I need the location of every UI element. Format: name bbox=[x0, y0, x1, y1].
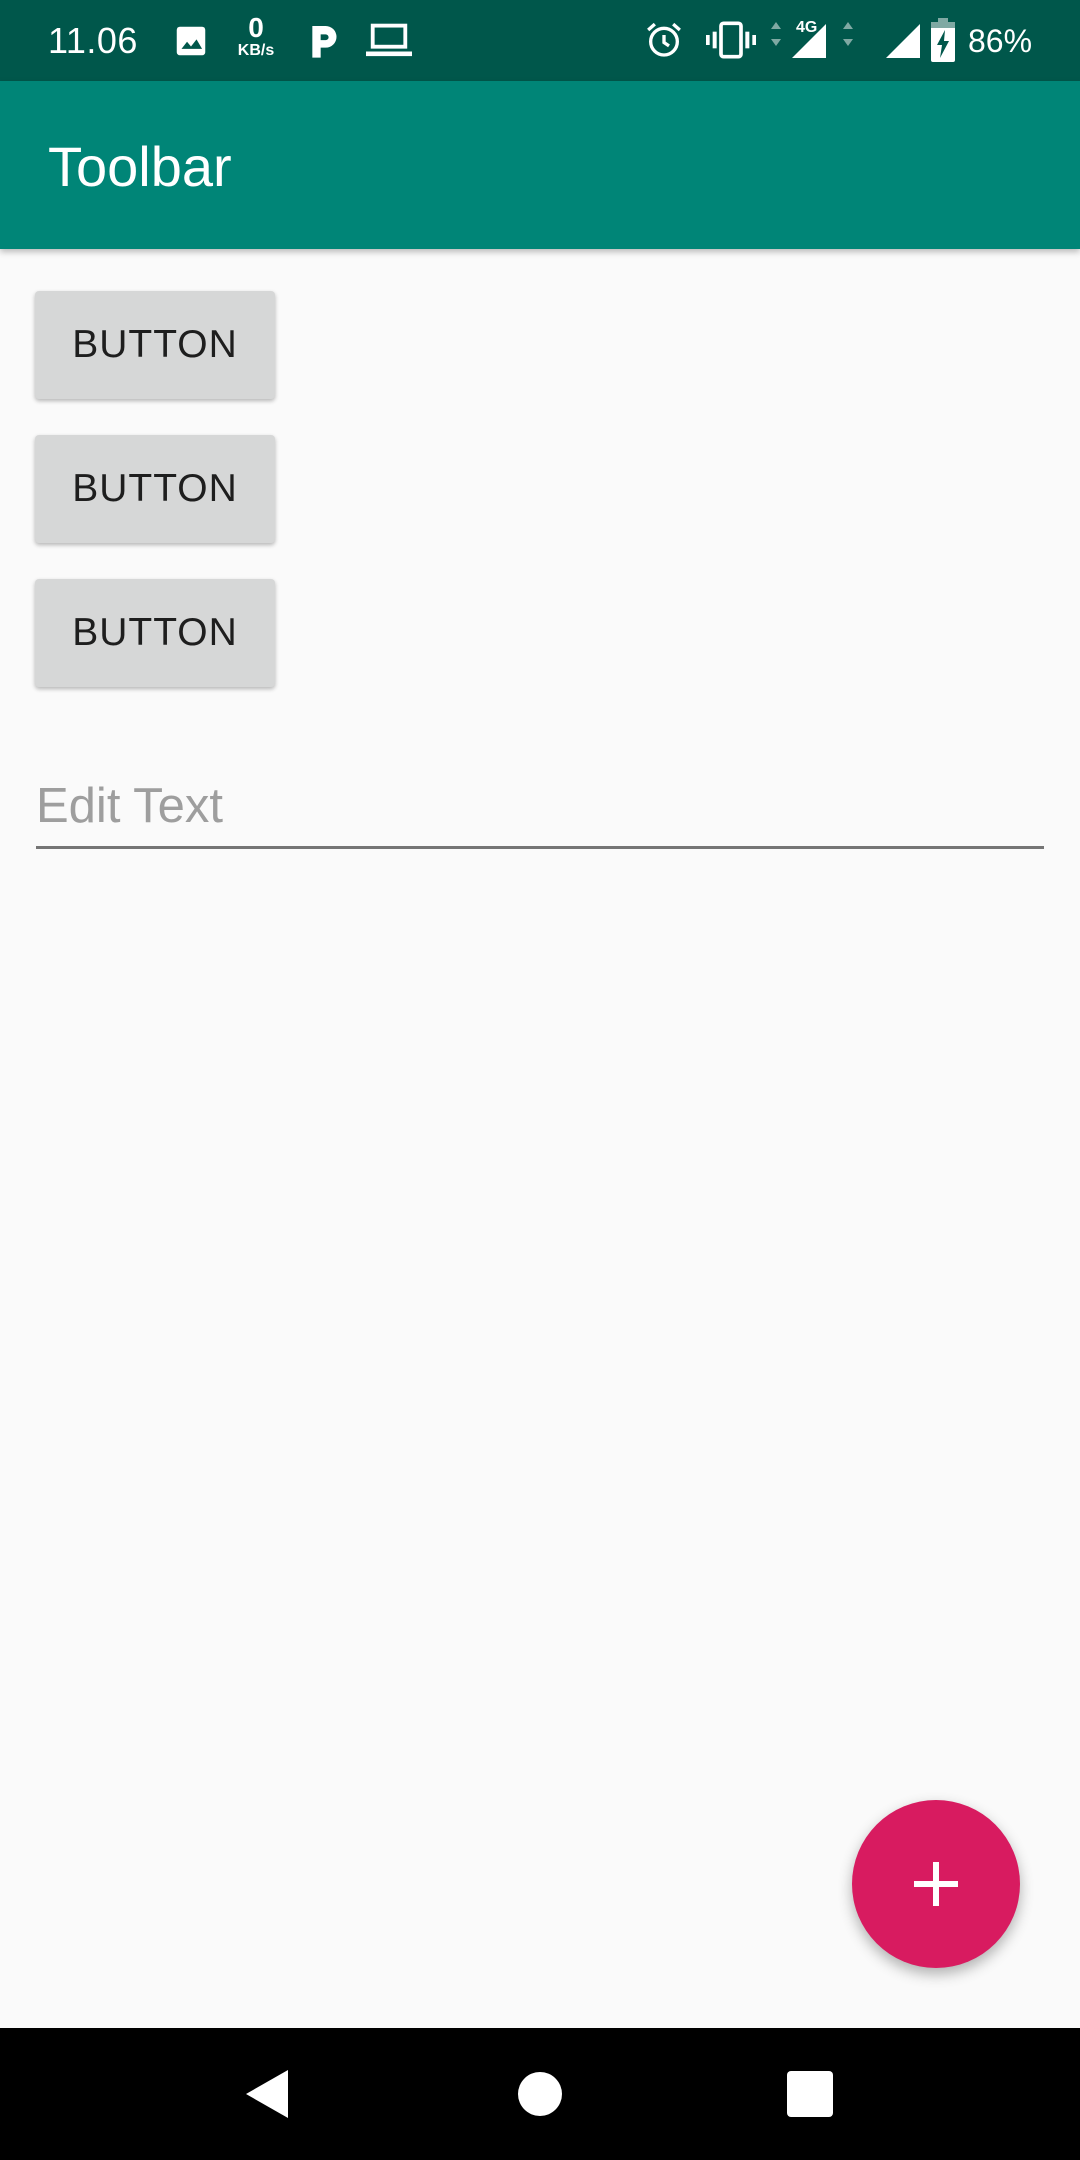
image-icon bbox=[176, 26, 206, 56]
status-time: 11.06 bbox=[48, 20, 138, 61]
network-speed-value: 0 bbox=[248, 12, 264, 43]
laptop-icon bbox=[366, 23, 412, 57]
button-1[interactable]: BUTTON bbox=[35, 291, 275, 399]
svg-text:4G: 4G bbox=[796, 19, 817, 36]
signal-icon bbox=[886, 24, 920, 58]
nav-recents-button[interactable] bbox=[768, 2052, 852, 2136]
battery-percent: 86% bbox=[968, 23, 1033, 59]
button-3[interactable]: BUTTON bbox=[35, 579, 275, 687]
home-icon bbox=[518, 2072, 562, 2116]
status-bar: 11.06 0 KB/s 4G 86% bbox=[0, 0, 1080, 81]
plus-icon bbox=[914, 1862, 958, 1906]
alarm-icon bbox=[647, 22, 681, 57]
network-speed-unit: KB/s bbox=[237, 42, 275, 59]
back-icon bbox=[246, 2070, 288, 2118]
edit-text-field[interactable] bbox=[36, 765, 1044, 849]
signal-4g-icon: 4G bbox=[771, 19, 853, 58]
toolbar: Toolbar bbox=[0, 81, 1080, 249]
button-2[interactable]: BUTTON bbox=[35, 435, 275, 543]
navigation-bar bbox=[0, 2028, 1080, 2160]
toolbar-title: Toolbar bbox=[48, 135, 232, 198]
vibrate-icon bbox=[706, 21, 756, 59]
battery-charging-icon bbox=[931, 18, 955, 62]
nav-home-button[interactable] bbox=[498, 2052, 582, 2136]
recents-icon bbox=[787, 2071, 833, 2117]
network-speed: 0 KB/s bbox=[232, 14, 280, 60]
add-fab-button[interactable] bbox=[852, 1800, 1020, 1968]
nav-back-button[interactable] bbox=[226, 2052, 310, 2136]
parking-icon bbox=[312, 26, 337, 58]
